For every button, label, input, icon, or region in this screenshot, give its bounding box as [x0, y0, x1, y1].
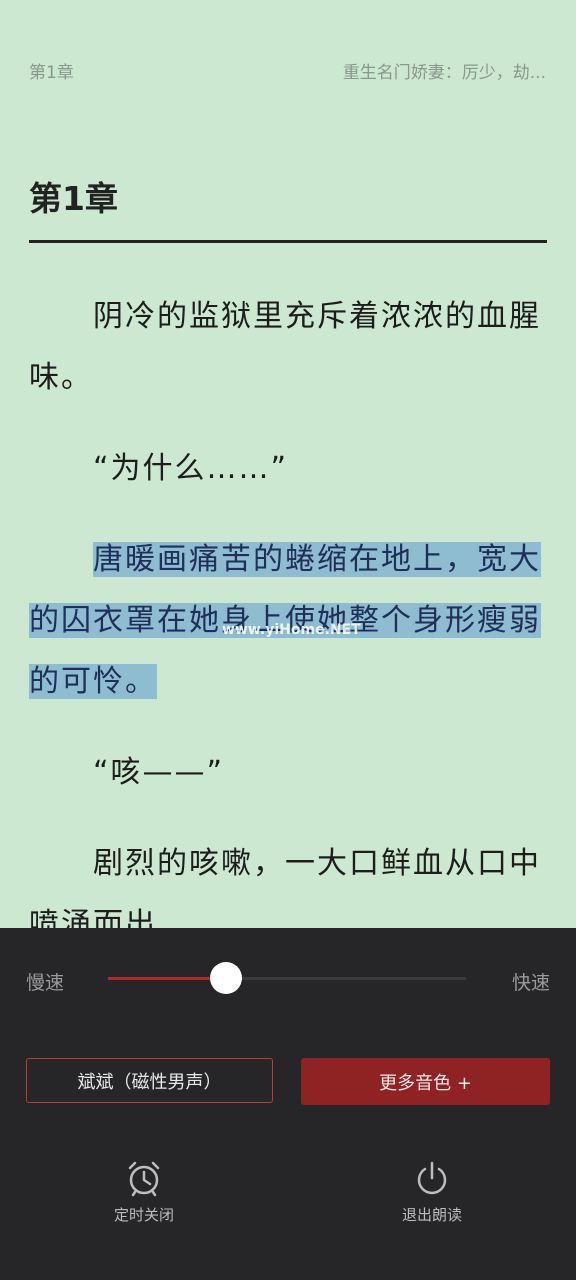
speed-slider-fill	[108, 977, 227, 980]
timer-close-label: 定时关闭	[113, 1206, 174, 1224]
speed-slider-thumb[interactable]	[210, 962, 243, 994]
reader-header: 第1章 重生名门娇妻：厉少，劫...	[0, 0, 576, 140]
reading-highlight: 唐暖画痛苦的蜷缩在地上，宽大的囚衣罩在她身上使她整个身形瘦弱的可怜。	[29, 542, 541, 699]
chapter-title: 第1章	[29, 179, 118, 218]
title-divider	[29, 240, 547, 243]
speed-fast-label: 快速	[511, 972, 550, 994]
voice-select-button[interactable]: 斌斌（磁性男声）	[26, 1058, 273, 1103]
paragraph: “咳——”	[93, 755, 225, 790]
timer-close-button[interactable]: 定时关闭	[84, 1158, 204, 1225]
read-aloud-panel: 慢速 快速 斌斌（磁性男声） 更多音色 + 定时关闭 退出朗读	[0, 928, 576, 1280]
chapter-indicator: 第1章	[29, 63, 74, 83]
exit-reading-label: 退出朗读	[401, 1206, 462, 1224]
paragraph: “为什么……”	[93, 451, 289, 486]
paragraph: 阴冷的监狱里充斥着浓浓的血腥味。	[29, 299, 541, 395]
speed-slider[interactable]	[108, 962, 466, 994]
book-title: 重生名门娇妻：厉少，劫...	[342, 63, 546, 83]
power-icon	[417, 1161, 447, 1195]
paragraph-highlighted: 唐暖画痛苦的蜷缩在地上，宽大的囚衣罩在她身上使她整个身形瘦弱的可怜。	[29, 529, 547, 712]
more-voices-button[interactable]: 更多音色 +	[301, 1058, 550, 1105]
exit-reading-button[interactable]: 退出朗读	[372, 1158, 492, 1225]
watermark: www.yiHome.NET	[222, 622, 361, 638]
speed-slow-label: 慢速	[26, 972, 65, 994]
alarm-clock-icon	[128, 1161, 160, 1197]
